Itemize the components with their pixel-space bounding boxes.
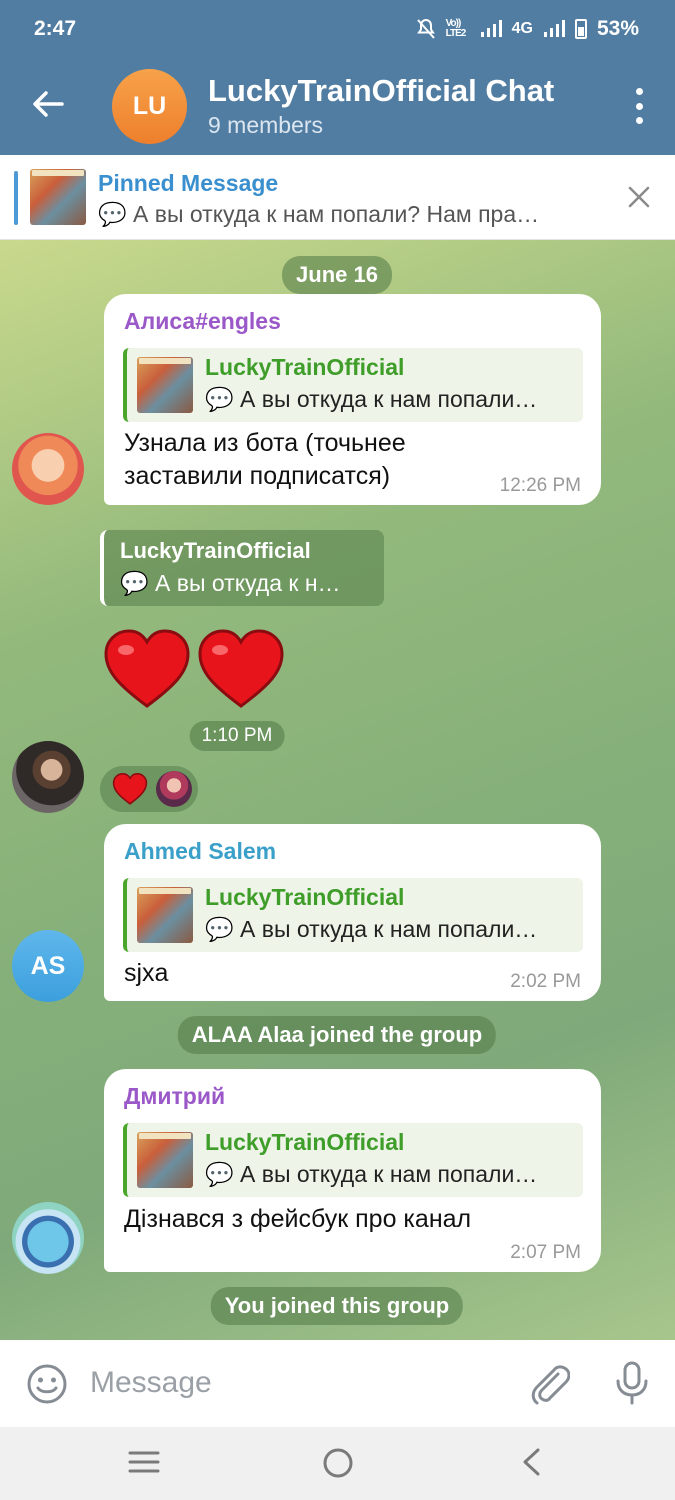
reply-preview[interactable]: LuckyTrainOfficial 💬 А вы откуда к нам п… <box>123 348 583 422</box>
heart-icon <box>104 629 190 708</box>
message-text-line: заставили подписатся) <box>124 462 391 490</box>
recent-apps-icon[interactable] <box>128 1447 160 1477</box>
message-input[interactable]: Message <box>90 1366 212 1400</box>
message-text: Дізнався з фейсбук про канал <box>124 1205 472 1233</box>
avatar[interactable] <box>12 741 84 813</box>
pinned-text: 💬 А вы откуда к нам попали? Нам пра… <box>98 201 540 227</box>
message-bubble[interactable]: Дмитрий LuckyTrainOfficial 💬 А вы откуда… <box>104 1069 601 1272</box>
close-icon[interactable] <box>627 185 651 209</box>
app-header: 2:47 Vo)) LTE2 4G 53% LU LuckyTrainOffic… <box>0 0 675 155</box>
forward-text: 💬 А вы откуда к н… <box>120 570 341 596</box>
microphone-icon[interactable] <box>614 1360 650 1406</box>
sender-name[interactable]: Дмитрий <box>124 1083 225 1110</box>
service-message: You joined this group <box>210 1287 464 1325</box>
reply-thumbnail <box>137 357 193 413</box>
reaction-chip[interactable] <box>100 766 198 812</box>
back-button[interactable] <box>28 84 68 124</box>
volte-label: Vo)) LTE2 <box>445 18 467 39</box>
chat-avatar[interactable]: LU <box>112 69 187 144</box>
message-time: 2:02 PM <box>510 971 581 992</box>
sender-name[interactable]: Алиса#engles <box>124 308 281 335</box>
heart-icon <box>198 629 284 708</box>
status-time: 2:47 <box>34 17 77 40</box>
message-time: 1:10 PM <box>189 721 285 751</box>
message-bubble[interactable]: Ahmed Salem LuckyTrainOfficial 💬 А вы от… <box>104 824 601 1001</box>
status-bar: 2:47 Vo)) LTE2 4G 53% <box>0 14 675 44</box>
pinned-message-bar[interactable]: Pinned Message 💬 А вы откуда к нам попал… <box>0 155 675 240</box>
service-message: ALAA Alaa joined the group <box>177 1016 497 1054</box>
avatar[interactable] <box>12 433 84 505</box>
paperclip-icon[interactable] <box>528 1360 570 1406</box>
chat-title[interactable]: LuckyTrainOfficial Chat <box>208 73 554 109</box>
reply-preview[interactable]: LuckyTrainOfficial 💬 А вы откуда к нам п… <box>123 878 583 952</box>
reply-thumbnail <box>137 887 193 943</box>
emoji-icon[interactable] <box>26 1363 68 1405</box>
reply-text: 💬 А вы откуда к нам попали… <box>205 1161 538 1187</box>
avatar[interactable]: AS <box>12 930 84 1002</box>
message-text: sjxa <box>124 959 169 987</box>
message-composer: Message <box>0 1340 675 1427</box>
home-icon[interactable] <box>322 1447 354 1479</box>
more-menu-button[interactable] <box>633 88 645 124</box>
reply-author: LuckyTrainOfficial <box>205 1129 405 1155</box>
message-text-line: Узнала из бота (точьнее <box>124 429 406 457</box>
status-icons: Vo)) LTE2 4G 53% <box>416 17 639 41</box>
pinned-title: Pinned Message <box>98 170 279 196</box>
reply-thumbnail <box>137 1132 193 1188</box>
arrow-left-icon <box>33 91 64 117</box>
member-count: 9 members <box>208 112 324 138</box>
reply-author: LuckyTrainOfficial <box>205 354 405 380</box>
sender-name[interactable]: Ahmed Salem <box>124 838 276 865</box>
forward-author: LuckyTrainOfficial <box>120 538 311 563</box>
reply-author: LuckyTrainOfficial <box>205 884 405 910</box>
forwarded-reply[interactable]: LuckyTrainOfficial 💬 А вы откуда к н… <box>100 530 384 606</box>
reply-text: 💬 А вы откуда к нам попали… <box>205 386 538 412</box>
message-time: 2:07 PM <box>510 1242 581 1263</box>
battery-percent: 53% <box>596 17 639 40</box>
signal-icon-2 <box>543 20 565 37</box>
signal-icon <box>480 20 502 37</box>
reply-preview[interactable]: LuckyTrainOfficial 💬 А вы откуда к нам п… <box>123 1123 583 1197</box>
reply-text: 💬 А вы откуда к нам попали… <box>205 916 538 942</box>
mute-bell-icon <box>416 18 435 39</box>
avatar[interactable] <box>12 1202 84 1274</box>
pinned-indicator <box>14 171 18 225</box>
date-label: June 16 <box>282 256 392 294</box>
battery-icon <box>574 19 587 39</box>
message-bubble[interactable]: Алиса#engles LuckyTrainOfficial 💬 А вы о… <box>104 294 601 505</box>
reactor-avatar <box>156 771 192 807</box>
message-list[interactable]: June 16 Алиса#engles LuckyTrainOfficial … <box>0 240 675 1340</box>
heart-reaction-icon <box>112 772 148 805</box>
pinned-thumbnail <box>30 169 86 225</box>
message-text: Узнала из бота (точьнее заставили подпис… <box>124 427 406 493</box>
network-label: 4G <box>511 20 533 37</box>
back-nav-icon[interactable] <box>520 1447 544 1477</box>
message-time: 12:26 PM <box>499 475 581 496</box>
system-nav-bar <box>0 1427 675 1500</box>
